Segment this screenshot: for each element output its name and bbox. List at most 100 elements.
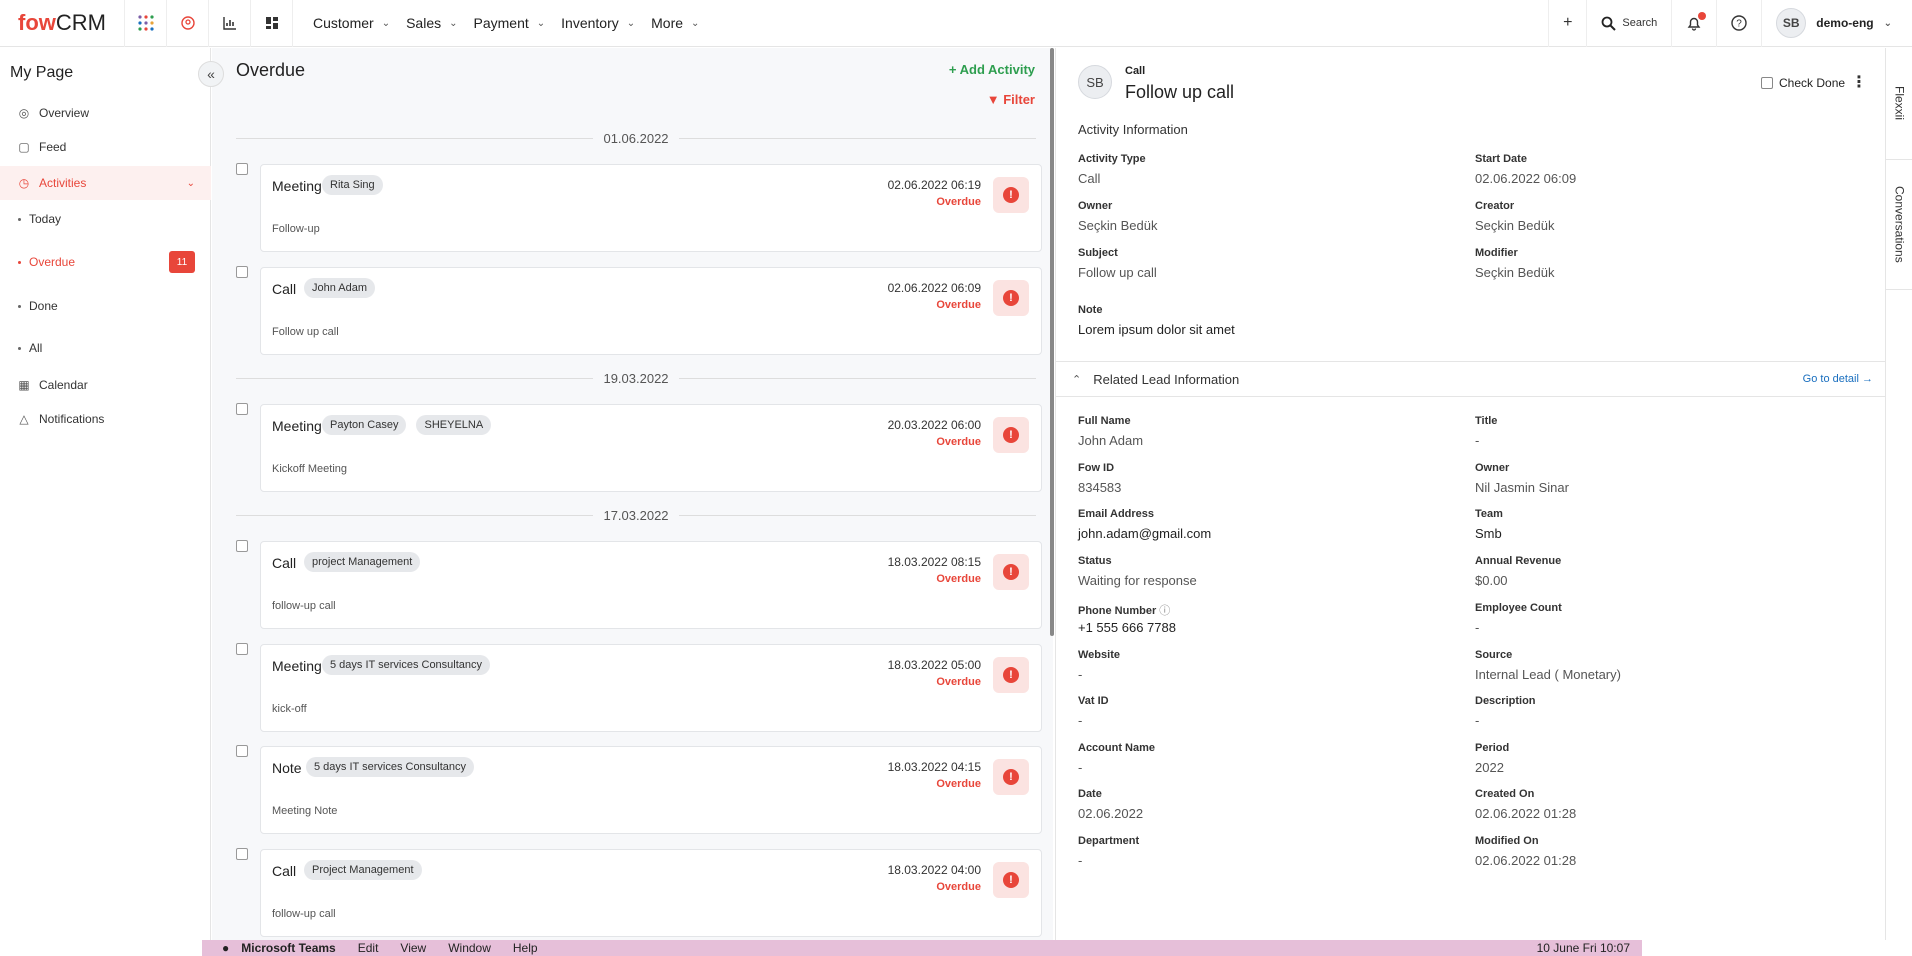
field-label: Fow ID — [1078, 462, 1115, 474]
sidebar-subitem-today[interactable]: Today — [0, 206, 211, 232]
activity-checkbox[interactable] — [236, 163, 248, 175]
more-options-icon[interactable]: ⋮ — [1851, 72, 1867, 92]
sidebar-item-feed[interactable]: ▢ Feed — [0, 132, 211, 162]
section-title: Activity Information — [1078, 122, 1188, 137]
field-value: +1 555 666 7788 — [1078, 620, 1176, 635]
activity-tag[interactable]: Rita Sing — [322, 175, 383, 195]
search-button[interactable]: Search — [1586, 0, 1671, 47]
tab-conversations[interactable]: Conversations — [1886, 160, 1912, 290]
add-button[interactable]: + — [1548, 0, 1586, 47]
activity-status: Overdue — [936, 676, 981, 688]
activity-tag[interactable]: 5 days IT services Consultancy — [306, 757, 475, 777]
sidebar-subitem-all[interactable]: All — [0, 335, 211, 361]
nav-sales[interactable]: Sales ⌄ — [406, 15, 457, 31]
sidebar-item-calendar[interactable]: ▦ Calendar — [0, 370, 211, 400]
filter-button[interactable]: ▼ Filter — [987, 92, 1035, 107]
active-app-name[interactable]: Microsoft Teams — [241, 941, 335, 955]
activity-tag[interactable]: SHEYELNA — [416, 415, 492, 435]
activity-type: Call — [272, 281, 297, 297]
activity-type: Meeting — [272, 418, 322, 434]
collapse-sidebar-button[interactable]: « — [198, 61, 224, 87]
my-page-icon[interactable] — [167, 0, 209, 47]
chevron-down-icon: ⌄ — [381, 17, 391, 29]
sidebar-item-activities[interactable]: ◷ Activities ⌄ — [0, 166, 211, 200]
activity-tag[interactable]: Payton Casey — [322, 415, 407, 435]
activity-tag[interactable]: John Adam — [304, 278, 376, 298]
activity-card[interactable]: Note 5 days IT services Consultancy Meet… — [260, 746, 1042, 834]
double-chevron-left-icon: « — [207, 66, 215, 82]
clock-icon: ◷ — [18, 176, 30, 190]
sidebar-item-notifications[interactable]: △ Notifications — [0, 404, 211, 434]
related-lead-header[interactable]: ⌃ Related Lead Information Go to detail … — [1056, 361, 1886, 397]
list-scrollbar[interactable] — [1050, 48, 1054, 636]
activity-status: Overdue — [936, 436, 981, 448]
help-icon[interactable]: ⓘ — [1159, 605, 1170, 617]
field-label: Activity Type — [1078, 153, 1146, 165]
help-icon: ? — [1731, 15, 1747, 31]
field-value: - — [1078, 853, 1083, 868]
activity-type: Call — [272, 863, 297, 879]
activity-desc: Follow-up — [272, 223, 320, 235]
calendar-icon: ▦ — [18, 378, 30, 392]
nav-customer[interactable]: Customer ⌄ — [313, 15, 390, 31]
activity-checkbox[interactable] — [236, 848, 248, 860]
activity-checkbox[interactable] — [236, 745, 248, 757]
field-label: Phone Number ⓘ — [1078, 605, 1171, 617]
check-done-checkbox[interactable] — [1761, 77, 1773, 89]
tab-flexxii[interactable]: Flexxii — [1886, 48, 1912, 160]
chevron-down-icon: ⌄ — [1883, 17, 1892, 29]
field-label: Annual Revenue — [1475, 555, 1562, 567]
activity-list-panel: Overdue + Add Activity ▼ Filter 01.06.20… — [212, 48, 1053, 940]
field-label: Full Name — [1078, 415, 1131, 427]
main-nav: Customer ⌄ Sales ⌄ Payment ⌄ Inventory ⌄ Mor… — [293, 0, 715, 47]
go-to-detail-link[interactable]: Go to detail → — [1803, 373, 1873, 385]
sidebar-item-label: Calendar — [39, 378, 88, 392]
activity-card[interactable]: Meeting 5 days IT services Consultancy k… — [260, 644, 1042, 732]
dashboard-icon[interactable] — [251, 0, 293, 47]
apple-icon[interactable]: ● — [222, 941, 229, 955]
logo[interactable]: fow CRM — [0, 0, 125, 47]
activity-tag[interactable]: 5 days IT services Consultancy — [322, 655, 491, 675]
nav-payment[interactable]: Payment ⌄ — [474, 15, 546, 31]
nav-more[interactable]: More ⌄ — [651, 15, 699, 31]
activity-card[interactable]: Call Project Management follow-up call 1… — [260, 849, 1042, 937]
os-menu-item[interactable]: Edit — [358, 941, 379, 955]
field-label: Description — [1475, 695, 1536, 707]
reports-icon[interactable] — [209, 0, 251, 47]
sidebar-item-label: Feed — [39, 140, 67, 154]
activity-status: Overdue — [936, 299, 981, 311]
os-menu-bar: ● Microsoft Teams Edit View Window Help … — [202, 940, 1642, 956]
help-button[interactable]: ? — [1716, 0, 1761, 47]
apps-grid-icon[interactable] — [125, 0, 167, 47]
add-activity-button[interactable]: + Add Activity — [949, 62, 1035, 77]
os-menu-item[interactable]: Help — [513, 941, 538, 955]
activity-card[interactable]: Call John Adam Follow up call 02.06.2022… — [260, 267, 1042, 355]
notifications-button[interactable] — [1671, 0, 1716, 47]
activity-desc: kick-off — [272, 703, 307, 715]
activity-checkbox[interactable] — [236, 266, 248, 278]
activity-checkbox[interactable] — [236, 403, 248, 415]
nav-label: Inventory — [561, 15, 619, 31]
check-done-toggle[interactable]: Check Done — [1761, 76, 1845, 90]
activity-tag[interactable]: Project Management — [304, 860, 422, 880]
activity-card[interactable]: Meeting Payton Casey SHEYELNA Kickoff Mee… — [260, 404, 1042, 492]
nav-inventory[interactable]: Inventory ⌄ — [561, 15, 635, 31]
activity-checkbox[interactable] — [236, 643, 248, 655]
os-menu-item[interactable]: View — [400, 941, 426, 955]
activity-tag[interactable]: project Management — [304, 552, 421, 572]
search-icon — [1602, 16, 1617, 31]
activity-checkbox[interactable] — [236, 540, 248, 552]
overdue-alert-icon: ! — [993, 554, 1029, 590]
activity-desc: Follow up call — [272, 326, 339, 338]
sidebar-item-overview[interactable]: ◎ Overview — [0, 98, 211, 128]
filter-icon: ▼ — [986, 92, 1004, 107]
user-menu[interactable]: SB demo-eng ⌄ — [1761, 0, 1912, 47]
sidebar-subitem-done[interactable]: Done — [0, 293, 211, 319]
field-value: 2022 — [1475, 760, 1504, 775]
sidebar-subitem-label: All — [29, 341, 43, 355]
field-value: 02.06.2022 01:28 — [1475, 853, 1577, 868]
field-label: Email Address — [1078, 508, 1155, 520]
os-menu-item[interactable]: Window — [448, 941, 491, 955]
activity-card[interactable]: Meeting Rita Sing Follow-up 02.06.2022 0… — [260, 164, 1042, 252]
activity-card[interactable]: Call project Management follow-up call 1… — [260, 541, 1042, 629]
